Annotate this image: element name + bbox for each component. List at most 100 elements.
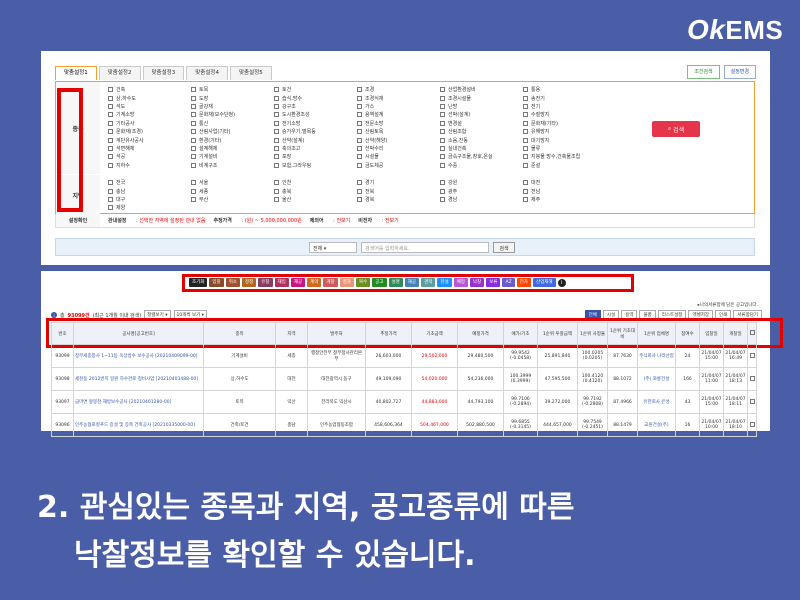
category-checkbox[interactable]: 승가우기,벌목등 xyxy=(274,128,357,135)
region-checkbox[interactable]: 경북 xyxy=(357,196,440,203)
region-checkbox[interactable]: 강원 xyxy=(440,179,523,186)
category-checkbox[interactable]: 석공 xyxy=(108,153,191,160)
category-checkbox[interactable]: 조경시설물 xyxy=(440,94,523,102)
row-checkbox[interactable] xyxy=(749,375,755,381)
category-checkbox[interactable]: 실내건축 xyxy=(440,145,523,152)
notice-type-chip[interactable]: 설명 xyxy=(388,278,403,287)
region-checkbox[interactable]: 인천 xyxy=(274,179,357,186)
category-checkbox[interactable]: 지붕물 방수,건축물조립 xyxy=(523,153,606,160)
row-checkbox[interactable] xyxy=(749,398,755,404)
region-checkbox[interactable]: 제주 xyxy=(523,196,606,203)
table-cell[interactable]: 인주농협로컬푸드 증설 및 증축 건축공사 [20210335000-00] xyxy=(73,413,204,437)
category-checkbox[interactable]: 문화재(조경) xyxy=(108,128,191,135)
table-row[interactable]: 93098 세천동 2012번지 일원 하수관로 정비사업 [2021040348… xyxy=(51,367,757,391)
category-checkbox[interactable]: 선박(설계) xyxy=(440,111,523,118)
category-checkbox[interactable]: 상,하수도 xyxy=(108,94,191,102)
category-checkbox[interactable]: 습식,방수 xyxy=(274,94,357,102)
region-checkbox[interactable]: 제양 xyxy=(108,204,191,211)
table-cell[interactable]: 정부세종청사 1~11동 옥상방수 보수공사 [20210409099-00] xyxy=(73,344,204,368)
table-cell[interactable]: (주) 와룡건설 xyxy=(637,367,676,391)
category-checkbox[interactable]: 물류 xyxy=(523,145,606,152)
category-checkbox[interactable]: 도시환경조성 xyxy=(274,111,357,118)
notice-type-chip[interactable]: 견적 xyxy=(421,278,436,287)
notice-type-chip[interactable]: 재공 xyxy=(404,278,420,287)
category-checkbox[interactable]: 기타공사 xyxy=(108,120,191,127)
category-checkbox[interactable]: 조경식재 xyxy=(357,94,440,102)
table-row[interactable]: 93099 정부세종청사 1~11동 옥상방수 보수공사 [20210409099… xyxy=(51,344,757,368)
category-checkbox[interactable]: 통신 xyxy=(191,120,274,127)
region-checkbox[interactable]: 대구 xyxy=(108,196,191,203)
notice-type-chip[interactable]: 보류 xyxy=(486,278,501,287)
category-checkbox[interactable]: 선박수리 xyxy=(357,145,440,152)
category-checkbox[interactable]: 기계설비 xyxy=(191,153,274,160)
category-checkbox[interactable]: 석면해체 xyxy=(108,145,191,152)
region-checkbox[interactable]: 울산 xyxy=(274,196,357,203)
category-checkbox[interactable]: 송전기 xyxy=(523,94,606,102)
tab-preset-1[interactable]: 맞춤설정1 xyxy=(55,66,97,80)
category-checkbox[interactable]: 전문소방 xyxy=(357,120,440,127)
category-checkbox[interactable]: 산림조합 xyxy=(440,128,523,135)
category-checkbox[interactable]: 문화재(기타) xyxy=(523,120,606,127)
category-checkbox[interactable]: 금도체공 xyxy=(357,162,440,169)
category-checkbox[interactable]: 기계소방 xyxy=(108,111,191,118)
category-checkbox[interactable]: 금속구조물,창호,온실 xyxy=(440,153,523,160)
notice-type-chip[interactable]: 예정 xyxy=(453,278,468,287)
category-checkbox[interactable]: 전기 xyxy=(523,103,606,110)
category-checkbox[interactable]: 수중 xyxy=(440,162,523,169)
category-checkbox[interactable]: 골강재 xyxy=(191,103,274,110)
notice-type-chip[interactable]: 산업재해 xyxy=(532,278,556,287)
filter-search-button[interactable]: ⌕ 검색 xyxy=(652,121,700,137)
category-checkbox[interactable]: 소음,진동 xyxy=(440,136,523,144)
notice-type-chip[interactable]: 재공 xyxy=(290,278,306,287)
region-checkbox[interactable]: 서울 xyxy=(191,179,274,186)
category-checkbox[interactable]: 산림사업(기타) xyxy=(191,128,274,135)
category-checkbox[interactable]: 통용 xyxy=(523,86,606,93)
row-checkbox[interactable] xyxy=(749,352,755,358)
category-checkbox[interactable]: 포장 xyxy=(274,153,357,160)
region-checkbox[interactable]: 광주 xyxy=(440,187,523,195)
tab-preset-5[interactable]: 맞춤설정5 xyxy=(230,66,272,80)
category-checkbox[interactable]: 계단유사공사 xyxy=(108,136,191,144)
region-checkbox[interactable]: 전북 xyxy=(357,187,440,195)
table-row[interactable]: 93096 인주농협로컬푸드 증설 및 증축 건축공사 [20210335000-… xyxy=(51,413,757,437)
notice-type-chip[interactable]: 조기화 xyxy=(189,278,208,287)
select-all-checkbox[interactable] xyxy=(749,330,755,335)
notice-type-chip[interactable]: 취소 xyxy=(225,278,240,287)
notice-type-chip[interactable]: 개찰 xyxy=(323,278,338,287)
table-row[interactable]: 93097 금마면 왕봉천 재방보수공사 [20210401280-00] 토목 익산… xyxy=(51,390,757,414)
region-checkbox[interactable]: 충북 xyxy=(274,187,357,195)
category-checkbox[interactable]: 산업환경설비 xyxy=(440,86,523,93)
category-checkbox[interactable]: 전기소방 xyxy=(274,120,357,127)
region-checkbox[interactable]: 충남 xyxy=(108,187,191,195)
notice-type-chip[interactable]: 공고 xyxy=(372,278,387,287)
category-checkbox[interactable]: 난방 xyxy=(440,103,523,110)
notice-type-chip[interactable]: 결과 xyxy=(339,278,354,287)
table-cell[interactable]: 세천동 2012번지 일원 하수관로 정비사업 [20210403488-00] xyxy=(73,367,204,391)
keyword-input[interactable]: 검색어를 입력하세요. xyxy=(361,242,489,253)
notice-type-chip[interactable]: 복수 xyxy=(355,278,371,287)
category-checkbox[interactable]: 강구조 xyxy=(274,103,357,110)
category-checkbox[interactable]: 지하수 xyxy=(108,162,191,169)
category-checkbox[interactable]: 산약(설계) xyxy=(274,136,357,144)
category-checkbox[interactable]: 시설물 xyxy=(357,153,440,160)
category-checkbox[interactable]: 가스 xyxy=(357,103,440,110)
region-checkbox[interactable]: 부산 xyxy=(191,196,274,203)
region-checkbox[interactable]: 대전 xyxy=(523,179,606,186)
notice-type-chip[interactable]: 재입 xyxy=(274,278,289,287)
condition-search-button[interactable]: 조건검색 xyxy=(687,65,720,79)
region-checkbox[interactable]: 경기 xyxy=(357,179,440,186)
notice-type-chip[interactable]: 입찰 xyxy=(209,278,224,287)
category-checkbox[interactable]: 준설 xyxy=(523,162,606,169)
category-checkbox[interactable]: 보험,그라우팅 xyxy=(274,162,357,169)
category-checkbox[interactable]: 수질방지 xyxy=(523,111,606,118)
region-checkbox[interactable]: 전국 xyxy=(108,179,191,186)
notice-type-chip[interactable]: 정정 xyxy=(241,278,257,287)
region-checkbox[interactable]: 경남 xyxy=(440,196,523,203)
category-checkbox[interactable]: 대기방지 xyxy=(523,136,606,144)
category-checkbox[interactable]: 유해방지 xyxy=(523,128,606,135)
category-checkbox[interactable]: 산림토목 xyxy=(357,128,440,135)
tab-preset-3[interactable]: 맞춤설정3 xyxy=(142,66,185,80)
category-checkbox[interactable]: 건축 xyxy=(108,86,191,93)
region-checkbox[interactable]: 세종 xyxy=(191,187,274,195)
category-checkbox[interactable]: 토건 xyxy=(274,86,357,93)
